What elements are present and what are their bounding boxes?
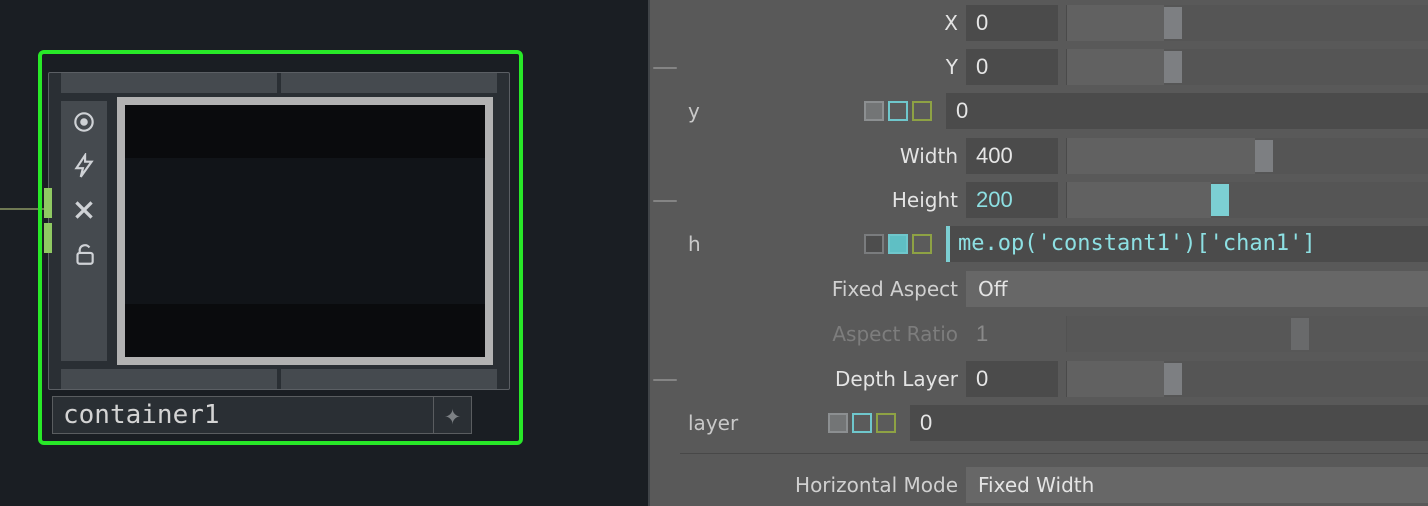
param-label-fixedaspect: Fixed Aspect bbox=[688, 277, 958, 301]
param-dropdown-fixedaspect[interactable]: Off bbox=[966, 271, 1428, 307]
node-viewer[interactable] bbox=[117, 97, 493, 365]
param-label-width: Width bbox=[688, 144, 958, 168]
param-divider bbox=[680, 453, 1428, 454]
param-label-depthlayer: Depth Layer bbox=[688, 367, 958, 391]
param-dropdown-horizmode[interactable]: Fixed Width bbox=[966, 467, 1428, 503]
param-value-width[interactable]: 400 bbox=[966, 138, 1058, 174]
param-value-height[interactable]: 200 bbox=[966, 182, 1058, 218]
node-bottom-connectors bbox=[61, 369, 497, 389]
param-code-y: y bbox=[688, 99, 718, 123]
param-slider-depthlayer[interactable] bbox=[1066, 361, 1428, 397]
node-name-text[interactable]: container1 bbox=[53, 400, 433, 430]
node-name-field[interactable]: container1 ✦ bbox=[52, 396, 472, 434]
viewer-active-icon[interactable] bbox=[71, 109, 97, 139]
network-editor[interactable]: container1 ✦ bbox=[0, 0, 648, 506]
param-slider-x[interactable] bbox=[1066, 5, 1428, 41]
param-mode-layer[interactable] bbox=[828, 413, 896, 433]
param-slider-aspectratio bbox=[1066, 316, 1428, 352]
param-value-aspectratio: 1 bbox=[966, 316, 1058, 352]
param-value-depthlayer[interactable]: 0 bbox=[966, 361, 1058, 397]
param-value-ygroup[interactable]: 0 bbox=[946, 93, 1428, 129]
param-mode-y[interactable] bbox=[864, 101, 932, 121]
param-value-y[interactable]: 0 bbox=[966, 49, 1058, 85]
param-code-h: h bbox=[688, 232, 718, 256]
node-top-connectors bbox=[61, 73, 497, 93]
param-label-aspectratio: Aspect Ratio bbox=[688, 322, 958, 346]
node-input-connector-2[interactable] bbox=[44, 223, 52, 253]
unlock-icon[interactable] bbox=[71, 241, 97, 271]
param-value-x[interactable]: 0 bbox=[966, 5, 1058, 41]
param-value-layergroup[interactable]: 0 bbox=[910, 405, 1428, 441]
param-slider-width[interactable] bbox=[1066, 138, 1428, 174]
param-label-y: Y bbox=[688, 55, 958, 79]
close-icon[interactable] bbox=[71, 197, 97, 227]
param-slider-y[interactable] bbox=[1066, 49, 1428, 85]
collapse-toggle-wh[interactable]: — bbox=[650, 185, 680, 215]
collapse-toggle-xy[interactable]: — bbox=[650, 52, 680, 82]
collapse-toggle-layer[interactable]: — bbox=[650, 364, 680, 394]
bolt-icon[interactable] bbox=[71, 153, 97, 183]
param-code-layer: layer bbox=[688, 411, 718, 435]
param-label-horizmode: Horizontal Mode bbox=[688, 473, 958, 497]
param-label-x: X bbox=[688, 11, 958, 35]
node-flags-button[interactable]: ✦ bbox=[433, 397, 471, 433]
param-expression-h[interactable]: me.op('constant1')['chan1'] bbox=[946, 226, 1428, 262]
param-mode-h[interactable] bbox=[864, 234, 932, 254]
param-label-height: Height bbox=[688, 188, 958, 212]
node-input-connector-1[interactable] bbox=[44, 188, 52, 218]
node-container[interactable] bbox=[48, 72, 510, 390]
viewer-panel bbox=[125, 158, 485, 304]
param-slider-height[interactable] bbox=[1066, 182, 1428, 218]
parameters-panel: — X 0 — Y 0 — y 0 — Width 400 — Hei bbox=[648, 0, 1428, 506]
